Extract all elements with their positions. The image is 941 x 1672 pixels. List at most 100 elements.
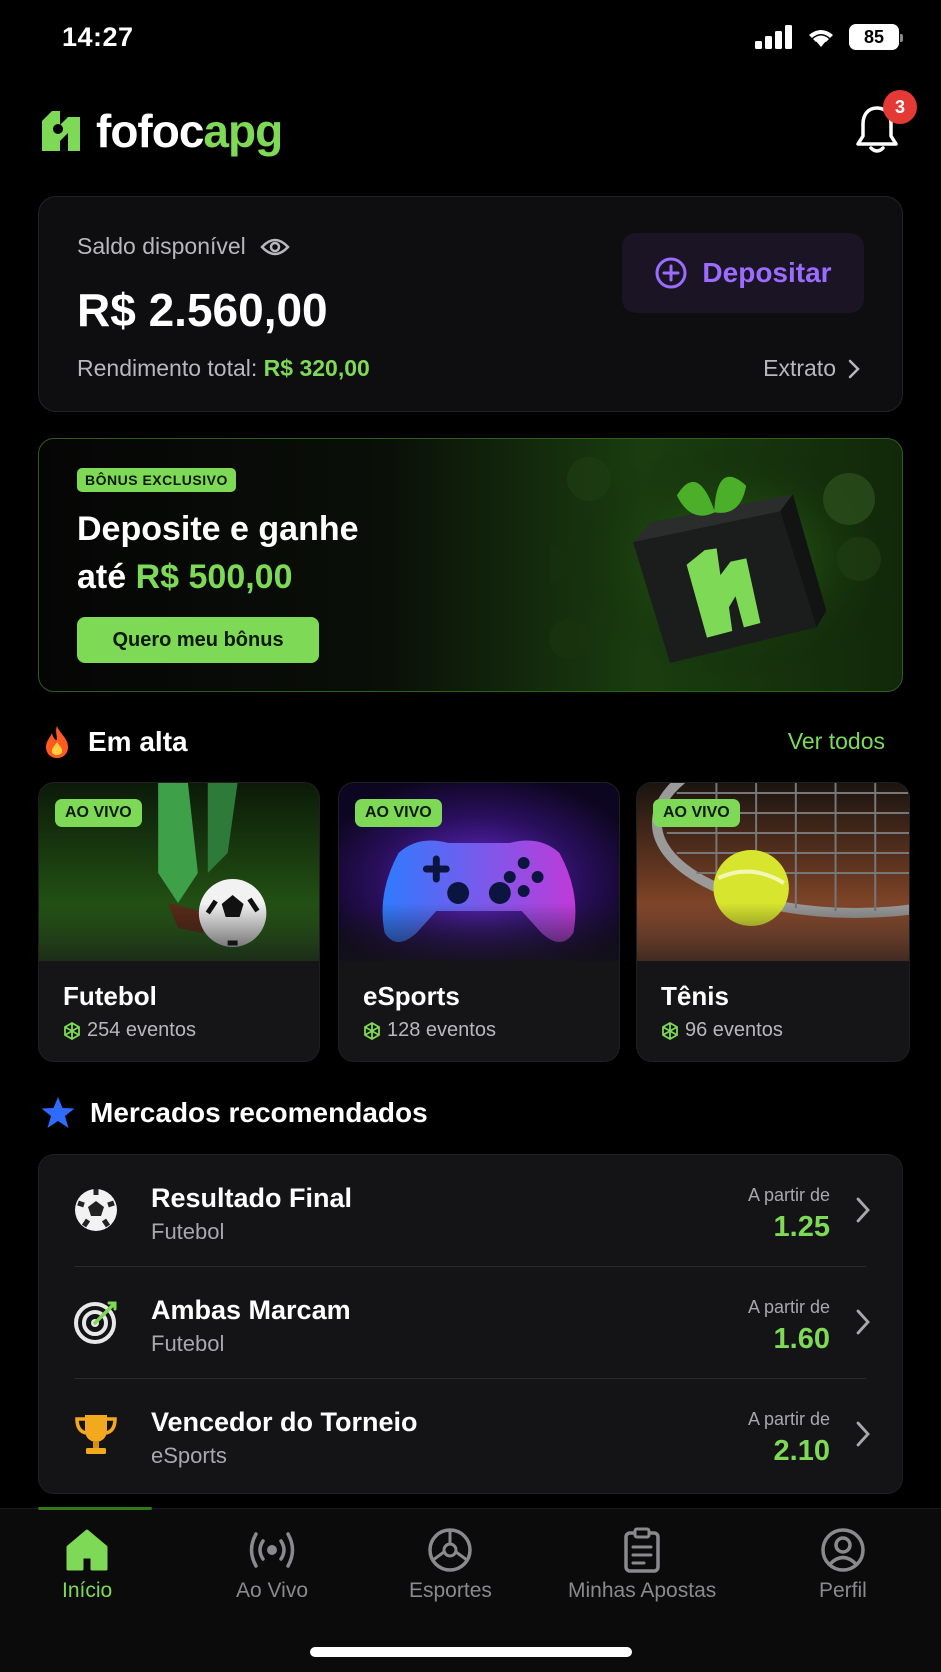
deposit-label: Depositar [702,257,832,288]
nav-label: Esportes [409,1579,492,1602]
deposit-button[interactable]: Depositar [622,233,864,313]
market-item-ambas-marcam[interactable]: Ambas Marcam Futebol A partir de 1.60 [39,1267,902,1379]
balance-card: Saldo disponível R$ 2.560,00 Rendimento … [38,196,903,412]
event-count-text: 254 eventos [87,1019,196,1041]
promo-badge: BÔNUS EXCLUSIVO [77,468,236,492]
balance-label-row: Saldo disponível [77,233,290,260]
chevron-right-icon [856,1309,870,1335]
markets-title: Mercados recomendados [90,1097,428,1128]
nav-item-minhas-apostas[interactable]: Minhas Apostas [568,1527,716,1603]
market-odd: 2.10 [773,1435,830,1467]
yield-label: Rendimento total: [77,355,258,381]
notification-badge: 3 [883,90,917,124]
logo-icon [42,111,80,151]
wifi-icon [809,30,833,47]
notifications-button[interactable]: 3 [853,90,917,156]
cube-icon [662,1021,678,1040]
home-icon [66,1529,108,1571]
nav-item-inicio[interactable]: Início [62,1527,112,1603]
live-badge: AO VIVO [55,799,142,827]
event-count: 96 eventos [661,1019,783,1042]
market-from-label: A partir de [747,1185,830,1205]
logo-text: fofocapg [96,104,283,158]
live-broadcast-icon [249,1532,295,1568]
market-odd: 1.25 [773,1211,830,1243]
eye-icon[interactable] [260,237,290,257]
battery-indicator: 85 [849,24,903,50]
balance-value: R$ 2.560,00 [77,284,328,336]
sport-name: eSports [363,981,460,1011]
cube-icon [64,1021,80,1040]
markets-list: Resultado Final Futebol A partir de 1.25… [38,1154,903,1494]
trending-title: Em alta [88,726,188,757]
fire-icon [46,726,68,758]
promo-title-line2: até R$ 500,00 [77,553,359,601]
event-count-text: 96 eventos [685,1019,783,1041]
promo-banner[interactable]: BÔNUS EXCLUSIVO Deposite e ganhe até R$ … [38,438,903,692]
promo-amount: R$ 500,00 [135,558,293,596]
event-count-text: 128 eventos [387,1019,496,1041]
promo-title-line1: Deposite e ganhe [77,510,359,548]
market-title: Ambas Marcam [151,1295,351,1325]
nav-active-indicator [38,1507,152,1510]
event-count: 254 eventos [63,1019,196,1042]
live-badge: AO VIVO [653,799,740,827]
status-time: 14:27 [62,22,134,52]
home-indicator[interactable] [310,1647,632,1657]
market-title: Vencedor do Torneio [151,1407,418,1437]
balance-label: Saldo disponível [77,233,246,259]
statement-link[interactable]: Extrato [763,355,860,382]
claim-bonus-button[interactable]: Quero meu bônus [77,617,319,663]
market-title: Resultado Final [151,1183,353,1213]
promo-title: Deposite e ganhe até R$ 500,00 [77,505,359,601]
soccer-ball-icon [73,1187,119,1233]
sport-name: Tênis [661,981,729,1011]
sports-wheel-icon [428,1528,473,1572]
star-icon [41,1097,75,1128]
event-count: 128 eventos [363,1019,496,1042]
nav-label: Ao Vivo [236,1579,308,1602]
see-all-link[interactable]: Ver todos [788,728,885,755]
nav-item-esportes[interactable]: Esportes [409,1527,492,1603]
trending-header: Em alta [40,724,188,760]
market-sport: Futebol [151,1219,225,1244]
chevron-right-icon [848,359,860,378]
sport-card-tenis[interactable]: AO VIVO Tênis 96 eventos [636,782,910,1062]
nav-label: Minhas Apostas [568,1579,717,1602]
market-item-vencedor-torneio[interactable]: Vencedor do Torneio eSports A partir de … [39,1379,902,1491]
nav-label: Perfil [819,1579,867,1602]
nav-label: Início [62,1579,113,1602]
live-badge: AO VIVO [355,799,442,827]
market-item-resultado-final[interactable]: Resultado Final Futebol A partir de 1.25 [39,1155,902,1267]
market-sport: Futebol [151,1331,225,1356]
app-logo[interactable]: fofocapg [38,104,283,158]
cube-icon [364,1021,380,1040]
status-icons: 85 [755,24,903,50]
markets-header: Mercados recomendados [40,1096,428,1130]
nav-item-perfil[interactable]: Perfil [819,1527,867,1603]
target-icon [73,1299,119,1345]
market-from-label: A partir de [747,1297,830,1317]
chevron-right-icon [856,1197,870,1223]
trophy-icon [73,1411,119,1457]
market-sport: eSports [151,1443,227,1468]
plus-circle-icon [655,257,687,289]
logo-text-part1: fofoc [96,105,204,157]
gift-box-image [549,449,899,679]
nav-item-ao-vivo[interactable]: Ao Vivo [236,1527,308,1603]
statement-label: Extrato [763,355,836,381]
sport-card-futebol[interactable]: AO VIVO Futebol 254 eventos [38,782,320,1062]
market-odd: 1.60 [773,1323,830,1355]
profile-icon [821,1528,865,1572]
yield-value: R$ 320,00 [263,355,370,381]
sport-card-esports[interactable]: AO VIVO eSports 128 eventos [338,782,620,1062]
market-from-label: A partir de [747,1409,830,1429]
clipboard-icon [624,1527,660,1573]
signal-icon [755,25,792,49]
bottom-nav: Início Ao Vivo Esportes Minhas Apostas P… [0,1507,941,1672]
yield-row: Rendimento total: R$ 320,00 [77,355,370,382]
logo-text-part2: apg [203,105,283,157]
chevron-right-icon [856,1421,870,1447]
promo-title-prefix: até [77,558,127,596]
sport-name: Futebol [63,981,157,1011]
